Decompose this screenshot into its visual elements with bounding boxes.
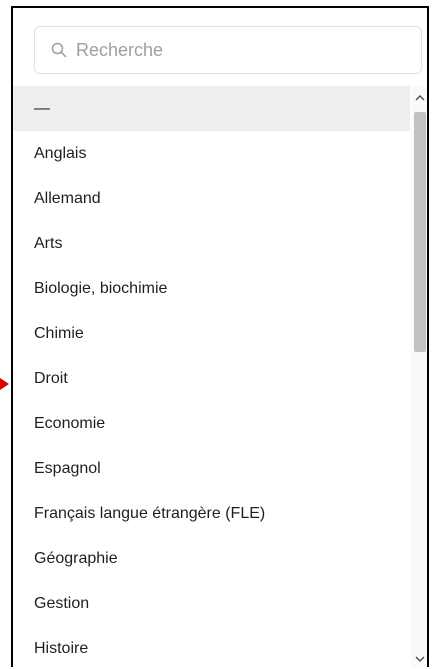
option-none[interactable]: — — [13, 86, 410, 131]
option-gestion[interactable]: Gestion — [13, 581, 410, 626]
option-chimie[interactable]: Chimie — [13, 311, 410, 356]
option-economie[interactable]: Economie — [13, 401, 410, 446]
option-anglais[interactable]: Anglais — [13, 131, 410, 176]
option-espagnol[interactable]: Espagnol — [13, 446, 410, 491]
option-droit[interactable]: Droit — [13, 356, 410, 401]
option-biologie-biochimie[interactable]: Biologie, biochimie — [13, 266, 410, 311]
option-geographie[interactable]: Géographie — [13, 536, 410, 581]
option-allemand[interactable]: Allemand — [13, 176, 410, 221]
chevron-up-icon[interactable] — [414, 92, 426, 104]
option-histoire[interactable]: Histoire — [13, 626, 410, 656]
red-arrow-pointer — [0, 378, 9, 390]
search-input[interactable] — [76, 39, 376, 61]
option-arts[interactable]: Arts — [13, 221, 410, 266]
scrollbar-thumb[interactable] — [414, 112, 426, 352]
option-fle[interactable]: Français langue étrangère (FLE) — [13, 491, 410, 536]
dropdown-panel: — Anglais Allemand Arts Biologie, biochi… — [11, 6, 429, 667]
options-list: — Anglais Allemand Arts Biologie, biochi… — [13, 86, 410, 656]
search-icon — [51, 42, 67, 58]
search-box[interactable] — [34, 26, 422, 74]
chevron-down-icon[interactable] — [414, 653, 426, 665]
scrollbar[interactable] — [411, 86, 427, 667]
